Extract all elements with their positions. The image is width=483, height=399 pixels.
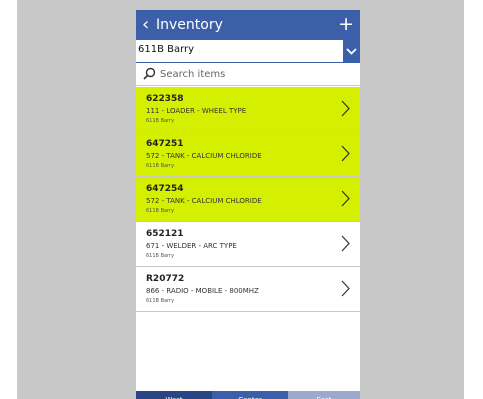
item-description: 866 - RADIO - MOBILE - 800MHZ (146, 287, 259, 295)
list-item[interactable]: 622358 111 - LOADER - WHEEL TYPE 611B Barr… (136, 87, 360, 132)
chevron-right-icon[interactable] (341, 235, 350, 252)
inventory-list: 622358 111 - LOADER - WHEEL TYPE 611B Barr… (136, 87, 360, 312)
bottom-nav: WestCenterEast (136, 391, 360, 399)
search-icon (143, 67, 156, 80)
chevron-right-icon[interactable] (341, 280, 350, 297)
tab-west[interactable]: West (136, 391, 212, 399)
item-description: 572 - TANK - CALCIUM CHLORIDE (146, 197, 262, 205)
chevron-right-icon[interactable] (341, 190, 350, 207)
item-description: 572 - TANK - CALCIUM CHLORIDE (146, 152, 262, 160)
item-id: 652121 (146, 229, 184, 239)
tab-center[interactable]: Center (212, 391, 288, 399)
list-item[interactable]: R20772 866 - RADIO - MOBILE - 800MHZ 611B … (136, 267, 360, 312)
item-location: 611B Barry (146, 298, 175, 304)
item-id: 647254 (146, 184, 184, 194)
app-header: ‹ Inventory + (136, 10, 360, 40)
list-item[interactable]: 647254 572 - TANK - CALCIUM CHLORIDE 611B … (136, 177, 360, 222)
item-location: 611B Barry (146, 253, 175, 259)
list-item[interactable]: 652121 671 - WELDER - ARC TYPE 611B Barry (136, 222, 360, 267)
dropdown-value: 611B Barry (138, 44, 195, 55)
tab-east[interactable]: East (288, 391, 360, 399)
item-description: 671 - WELDER - ARC TYPE (146, 242, 237, 250)
location-dropdown[interactable]: 611B Barry (136, 40, 360, 63)
item-id: 622358 (146, 94, 184, 104)
chevron-right-icon[interactable] (341, 145, 350, 162)
app-screen: ‹ Inventory + 611B Barry 622358 111 - LOA… (136, 10, 360, 399)
item-description: 111 - LOADER - WHEEL TYPE (146, 107, 247, 115)
chevron-down-icon[interactable] (343, 40, 360, 62)
search-input[interactable] (160, 66, 350, 82)
plus-icon[interactable]: + (338, 11, 354, 37)
page-title: Inventory (156, 17, 223, 33)
search-bar (136, 63, 360, 86)
item-location: 611B Barry (146, 208, 175, 214)
item-id: 647251 (146, 139, 184, 149)
item-location: 611B Barry (146, 163, 175, 169)
item-id: R20772 (146, 274, 185, 284)
chevron-right-icon[interactable] (341, 100, 350, 117)
list-item[interactable]: 647251 572 - TANK - CALCIUM CHLORIDE 611B … (136, 132, 360, 177)
chevron-left-icon[interactable]: ‹ (142, 12, 149, 38)
item-location: 611B Barry (146, 118, 175, 124)
